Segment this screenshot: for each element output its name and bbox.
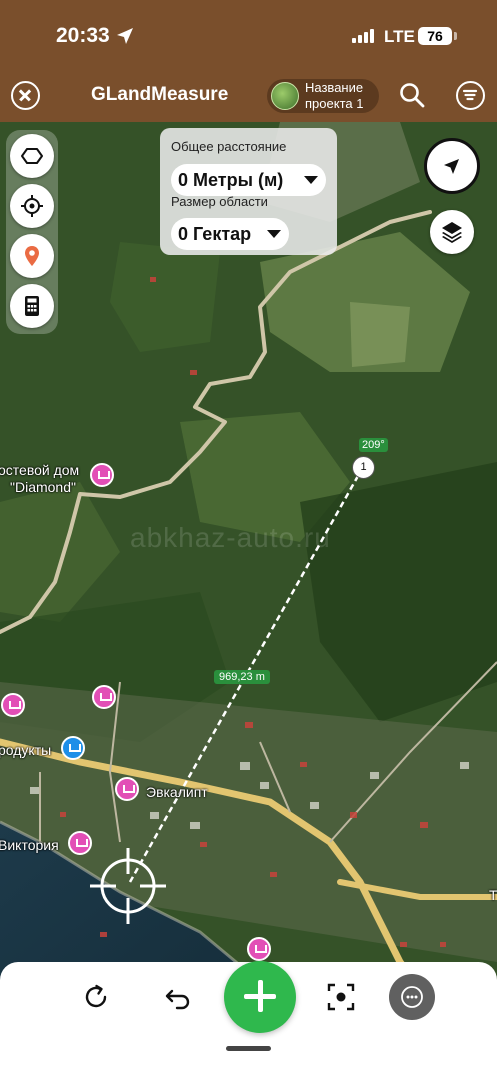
more-button[interactable] <box>389 974 435 1020</box>
more-icon <box>401 986 423 1008</box>
battery-cap <box>454 32 457 40</box>
focus-icon[interactable] <box>326 982 356 1012</box>
layers-icon <box>442 222 462 243</box>
polygon-icon <box>21 148 43 164</box>
status-time: 20:33 <box>56 24 110 47</box>
calculator-button[interactable] <box>10 284 54 328</box>
hotel-pin-icon[interactable] <box>1 693 25 717</box>
app-title: GLandMeasure <box>91 84 229 105</box>
crosshair-icon <box>21 195 43 217</box>
battery-icon: 76 <box>418 27 452 45</box>
chevron-down-icon <box>267 230 281 238</box>
place-label-shop: родукты <box>0 742 52 758</box>
home-indicator <box>226 1046 271 1051</box>
place-label-eucalyptus: Эвкалипт <box>146 784 208 800</box>
bottom-toolbar <box>0 961 497 1080</box>
map-tools-panel <box>6 130 58 334</box>
hotel-pin-icon[interactable] <box>92 685 116 709</box>
project-name: Название проекта 1 <box>305 80 364 111</box>
menu-icon[interactable] <box>456 81 485 110</box>
measure-point[interactable]: 1 <box>352 456 375 479</box>
search-icon[interactable] <box>399 82 425 108</box>
location-arrow-icon <box>117 28 133 44</box>
bearing-label: 209° <box>359 438 388 452</box>
my-location-button[interactable] <box>10 184 54 228</box>
chevron-down-icon <box>304 176 318 184</box>
satellite-map[interactable]: abkhaz-auto.ru Общее расстояние 0 Метры … <box>0 122 497 1080</box>
map-pin-icon <box>25 246 39 266</box>
refresh-icon[interactable] <box>81 982 111 1012</box>
area-size-label: Размер области <box>171 194 268 209</box>
place-label-edge: Т <box>489 887 497 903</box>
place-label-guesthouse: остевой дом <box>0 462 80 478</box>
distance-unit-select[interactable]: 0 Метры (м) <box>171 164 326 196</box>
app-header: 20:33 LTE 76 GLandMeasure Название проек… <box>0 0 497 122</box>
project-selector[interactable]: Название проекта 1 <box>267 79 379 113</box>
add-point-button[interactable] <box>224 961 296 1033</box>
target-crosshair-icon <box>90 848 166 924</box>
place-label-victoria: Виктория <box>0 837 59 853</box>
area-value: 0 Гектар <box>178 224 252 244</box>
undo-icon[interactable] <box>163 982 193 1012</box>
close-icon[interactable] <box>11 81 40 110</box>
segment-length-label: 969,23 m <box>214 670 270 684</box>
navigation-button[interactable] <box>424 138 480 194</box>
add-marker-button[interactable] <box>10 234 54 278</box>
measurement-panel: Общее расстояние 0 Метры (м) Размер обла… <box>160 128 337 255</box>
place-label-diamond: "Diamond" <box>10 479 76 495</box>
distance-value: 0 Метры (м) <box>178 170 284 190</box>
hotel-pin-icon[interactable] <box>115 777 139 801</box>
network-type: LTE <box>384 27 415 46</box>
total-distance-label: Общее расстояние <box>171 139 287 154</box>
navigation-icon <box>444 159 459 174</box>
layers-button[interactable] <box>430 210 474 254</box>
map-terrain <box>0 122 497 1080</box>
watermark: abkhaz-auto.ru <box>130 522 331 553</box>
status-bar: 20:33 LTE 76 <box>0 0 497 70</box>
hotel-pin-icon[interactable] <box>90 463 114 487</box>
hotel-pin-icon[interactable] <box>247 937 271 961</box>
area-unit-select[interactable]: 0 Гектар <box>171 218 289 250</box>
project-avatar <box>271 82 299 110</box>
calculator-icon <box>25 296 39 316</box>
shop-pin-icon[interactable] <box>61 736 85 760</box>
polygon-tool-button[interactable] <box>10 134 54 178</box>
signal-icon <box>352 29 376 43</box>
